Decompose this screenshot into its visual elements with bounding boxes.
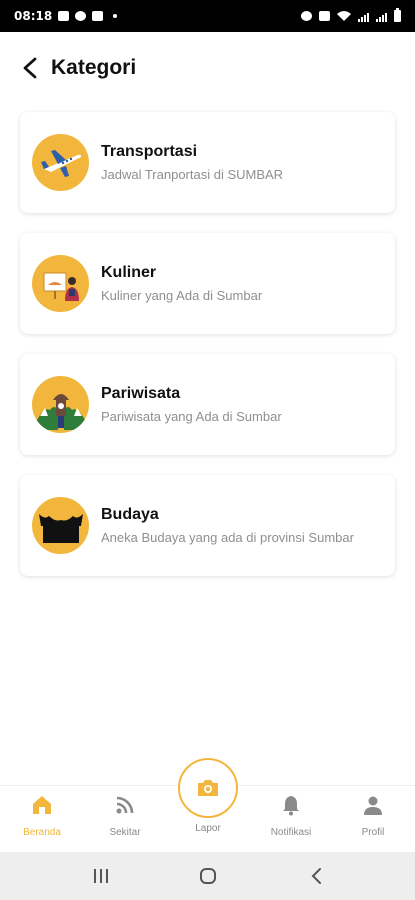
system-navigation-bar bbox=[0, 852, 415, 900]
card-subtitle: Jadwal Tranportasi di SUMBAR bbox=[101, 167, 284, 182]
status-left: 08:18 bbox=[14, 9, 118, 23]
status-right bbox=[301, 8, 401, 22]
nav-item-profil[interactable]: Profil bbox=[338, 786, 408, 853]
nav-label: Profil bbox=[361, 827, 385, 838]
rss-icon bbox=[115, 792, 135, 818]
bell-icon bbox=[281, 792, 301, 818]
image-icon bbox=[58, 11, 70, 21]
camera-icon bbox=[198, 780, 218, 796]
app-header: Kategori bbox=[0, 32, 415, 104]
home-icon bbox=[31, 792, 53, 818]
card-text: Kuliner Kuliner yang Ada di Sumbar bbox=[101, 264, 262, 303]
card-title: Budaya bbox=[101, 506, 159, 523]
category-list: Transportasi Jadwal Tranportasi di SUMBA… bbox=[20, 112, 395, 596]
person-icon bbox=[363, 792, 383, 818]
instagram-icon bbox=[92, 11, 104, 21]
chevron-left-icon bbox=[23, 57, 37, 79]
wifi-icon bbox=[337, 10, 351, 21]
card-text: Pariwisata Pariwisata yang Ada di Sumbar bbox=[101, 385, 282, 424]
card-title: Kuliner bbox=[101, 264, 157, 281]
nav-label: Sekitar bbox=[109, 827, 141, 838]
home-circle-icon bbox=[200, 868, 216, 884]
signal-icon bbox=[358, 11, 369, 22]
home-system-button[interactable] bbox=[193, 864, 223, 888]
category-card-kuliner[interactable]: Kuliner Kuliner yang Ada di Sumbar bbox=[20, 233, 395, 334]
category-card-transportasi[interactable]: Transportasi Jadwal Tranportasi di SUMBA… bbox=[20, 112, 395, 213]
battery-icon bbox=[394, 8, 401, 22]
nav-item-beranda[interactable]: Beranda bbox=[7, 786, 77, 853]
card-title: Pariwisata bbox=[101, 385, 181, 402]
back-arrow-icon bbox=[311, 868, 321, 884]
recent-apps-icon bbox=[94, 869, 108, 883]
card-subtitle: Kuliner yang Ada di Sumbar bbox=[101, 288, 263, 303]
lapor-label: Lapor bbox=[195, 823, 221, 834]
card-title: Transportasi bbox=[101, 143, 198, 160]
nav-item-sekitar[interactable]: Sekitar bbox=[90, 786, 160, 853]
rumah-gadang-icon bbox=[32, 497, 89, 554]
nav-label: Notifikasi bbox=[270, 827, 312, 838]
airplane-icon bbox=[32, 134, 89, 191]
chef-icon bbox=[32, 255, 89, 312]
nav-item-notifikasi[interactable]: Notifikasi bbox=[256, 786, 326, 853]
card-text: Budaya Aneka Budaya yang ada di provinsi… bbox=[101, 506, 354, 545]
whatsapp-icon bbox=[75, 11, 87, 21]
notification-dot-icon bbox=[113, 14, 118, 18]
nav-label: Beranda bbox=[23, 827, 61, 838]
card-subtitle: Pariwisata yang Ada di Sumbar bbox=[101, 409, 282, 424]
back-system-button[interactable] bbox=[302, 864, 332, 888]
status-time: 08:18 bbox=[14, 9, 53, 23]
category-card-budaya[interactable]: Budaya Aneka Budaya yang ada di provinsi… bbox=[20, 475, 395, 576]
mute-icon bbox=[319, 11, 330, 21]
signal-icon-2 bbox=[376, 11, 387, 22]
category-card-pariwisata[interactable]: Pariwisata Pariwisata yang Ada di Sumbar bbox=[20, 354, 395, 455]
lapor-button[interactable] bbox=[178, 758, 238, 818]
card-subtitle: Aneka Budaya yang ada di provinsi Sumbar bbox=[101, 530, 354, 545]
monument-icon bbox=[32, 376, 89, 433]
alarm-icon bbox=[301, 11, 312, 21]
recent-apps-button[interactable] bbox=[86, 864, 116, 888]
page-title: Kategori bbox=[51, 56, 137, 79]
status-bar: 08:18 bbox=[0, 0, 415, 32]
back-button[interactable] bbox=[18, 56, 42, 80]
card-text: Transportasi Jadwal Tranportasi di SUMBA… bbox=[101, 143, 283, 182]
